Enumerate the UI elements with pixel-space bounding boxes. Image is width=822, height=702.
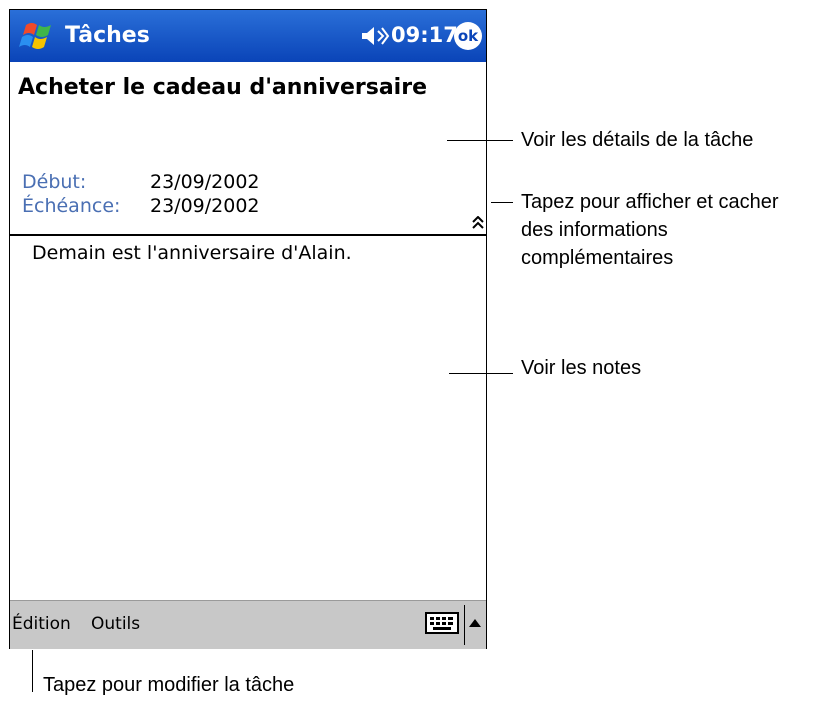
arrow-up-icon[interactable] xyxy=(469,619,481,627)
start-label: Début: xyxy=(22,171,87,193)
due-label: Échéance: xyxy=(22,195,121,217)
keyboard-icon[interactable] xyxy=(425,612,459,634)
menu-bar: Édition Outils xyxy=(10,600,486,649)
app-title: Tâches xyxy=(65,23,150,48)
callout-line-details xyxy=(447,140,513,141)
task-notes[interactable]: Demain est l'anniversaire d'Alain. xyxy=(32,242,352,264)
pocket-pc-screen: Tâches 09:17 ok Acheter le cadeau d'anni… xyxy=(9,9,487,649)
double-chevron-up-icon[interactable] xyxy=(472,216,484,230)
section-divider xyxy=(10,234,486,236)
callout-edit: Tapez pour modifier la tâche xyxy=(43,674,295,696)
callout-line-notes xyxy=(449,373,513,374)
callout-toggle: Tapez pour afficher et cacher des inform… xyxy=(521,191,779,269)
clock[interactable]: 09:17 xyxy=(391,23,458,47)
speaker-muted-icon[interactable] xyxy=(360,25,390,47)
menu-separator xyxy=(464,605,465,645)
windows-flag-icon[interactable] xyxy=(18,19,56,53)
start-value: 23/09/2002 xyxy=(150,171,260,193)
title-bar: Tâches 09:17 ok xyxy=(10,10,486,62)
task-title[interactable]: Acheter le cadeau d'anniversaire xyxy=(18,75,427,100)
ok-button[interactable]: ok xyxy=(454,22,482,50)
menu-tools[interactable]: Outils xyxy=(91,614,140,634)
callout-details: Voir les détails de la tâche xyxy=(521,129,754,151)
menu-edit[interactable]: Édition xyxy=(12,614,71,634)
due-value: 23/09/2002 xyxy=(150,195,260,217)
callout-line-edit xyxy=(32,650,33,692)
callout-notes: Voir les notes xyxy=(521,357,642,379)
callout-line-toggle xyxy=(491,202,513,203)
